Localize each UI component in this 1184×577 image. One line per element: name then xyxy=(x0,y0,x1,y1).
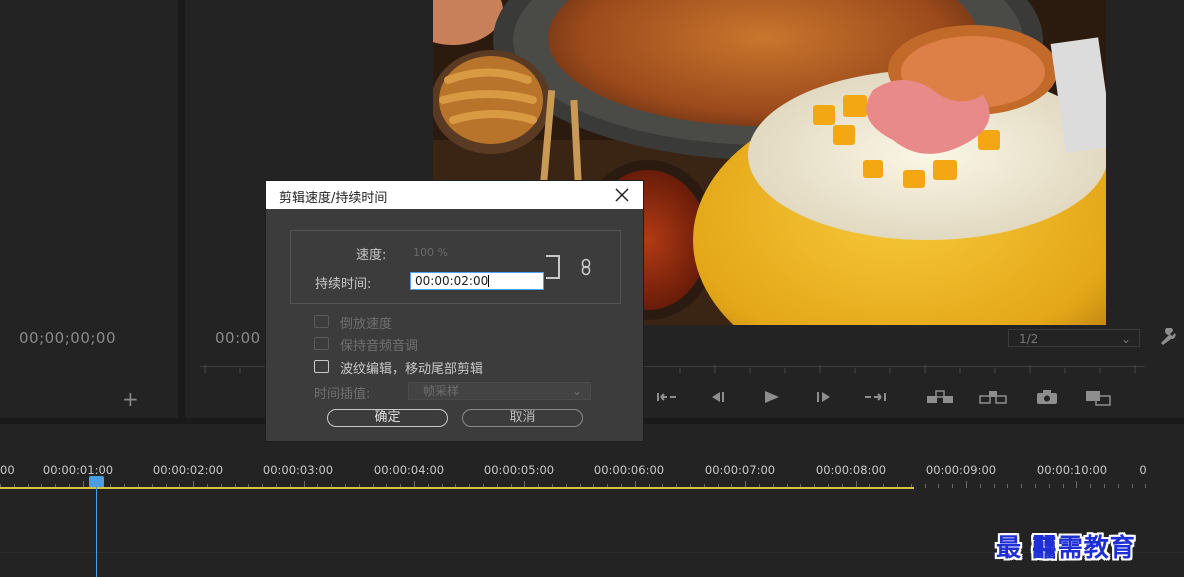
step-back-icon[interactable] xyxy=(655,390,679,404)
time-ruler-label: 00:00:01:00 xyxy=(42,463,114,477)
ruler-tick xyxy=(966,481,967,488)
lift-icon[interactable] xyxy=(926,390,954,404)
ruler-tick xyxy=(1132,484,1133,488)
program-timecode[interactable]: 00:00 xyxy=(215,329,261,347)
time-ruler-label: 00:00:09:00 xyxy=(925,463,997,477)
ok-button[interactable]: 确定 xyxy=(327,409,448,427)
time-ruler-label: 00:00:07:00 xyxy=(704,463,776,477)
time-ruler-label: 0 xyxy=(1139,463,1147,477)
text-caret xyxy=(488,275,490,287)
clip-speed-duration-dialog: 剪辑速度/持续时间 速度: 100 % 持续时间: 00:00:02:00 倒放… xyxy=(265,180,644,442)
duration-value: 00:00:02:00 xyxy=(415,274,489,288)
compare-icon[interactable] xyxy=(1085,390,1113,406)
reverse-speed-checkbox[interactable] xyxy=(314,315,329,328)
panel-divider-vertical[interactable] xyxy=(178,0,185,418)
ruler-tick xyxy=(1063,484,1064,488)
source-timecode[interactable]: 00;00;00;00 xyxy=(19,329,116,347)
ruler-tick xyxy=(1076,481,1077,488)
ruler-tick xyxy=(1035,484,1036,488)
duration-label: 持续时间: xyxy=(315,277,372,292)
playhead-line[interactable] xyxy=(96,481,97,577)
wrench-icon[interactable] xyxy=(1158,328,1178,346)
ripple-edit-label: 波纹编辑，移动尾部剪辑 xyxy=(340,362,484,377)
extract-icon[interactable] xyxy=(979,390,1007,404)
zoom-select[interactable]: 1/2 ⌄ xyxy=(1008,329,1140,347)
close-icon[interactable] xyxy=(611,184,633,206)
time-ruler-label: 00:00:10:00 xyxy=(1036,463,1108,477)
watermark-logo: 最 䨻需教育 xyxy=(996,533,1136,562)
link-bracket xyxy=(546,255,560,279)
rewind-icon[interactable] xyxy=(708,390,728,404)
ruler-tick xyxy=(1049,484,1050,488)
time-ruler-label: 00:00:02:00 xyxy=(152,463,224,477)
speed-duration-group xyxy=(290,230,621,304)
ruler-tick xyxy=(1145,484,1146,488)
time-interpolation-label: 时间插值: xyxy=(314,387,371,402)
keep-pitch-label: 保持音频音调 xyxy=(340,339,419,354)
ripple-edit-checkbox[interactable] xyxy=(314,360,329,373)
dialog-titlebar[interactable]: 剪辑速度/持续时间 xyxy=(266,181,643,209)
chain-link-icon[interactable] xyxy=(580,258,592,280)
dialog-title: 剪辑速度/持续时间 xyxy=(279,191,388,206)
time-ruler-label: 00:00:05:00 xyxy=(483,463,555,477)
duration-input[interactable]: 00:00:02:00 xyxy=(410,272,544,290)
ruler-tick xyxy=(1021,484,1022,488)
work-area-bar[interactable] xyxy=(0,487,914,489)
time-ruler-label: 00:00:03:00 xyxy=(262,463,334,477)
chevron-down-icon: ⌄ xyxy=(1120,332,1131,346)
step-forward-icon[interactable] xyxy=(864,390,888,404)
ruler-tick xyxy=(1007,484,1008,488)
fast-forward-icon[interactable] xyxy=(814,390,834,404)
plus-icon[interactable]: + xyxy=(122,387,139,411)
zoom-value: 1/2 xyxy=(1019,332,1039,346)
time-ruler-label: 00:00:04:00 xyxy=(373,463,445,477)
reverse-speed-label: 倒放速度 xyxy=(340,317,393,332)
source-monitor-panel: 00;00;00;00 + xyxy=(0,0,178,418)
ruler-tick xyxy=(938,484,939,488)
speed-value[interactable]: 100 % xyxy=(413,246,448,259)
ruler-tick xyxy=(1090,484,1091,488)
ruler-tick xyxy=(994,484,995,488)
time-ruler-label: 00:00:08:00 xyxy=(815,463,887,477)
ruler-tick xyxy=(952,484,953,488)
time-ruler-label: 00 xyxy=(0,463,15,477)
time-interpolation-select[interactable]: 帧采样 ⌄ xyxy=(408,382,591,400)
speed-label: 速度: xyxy=(356,248,387,263)
play-icon[interactable] xyxy=(762,390,782,404)
ruler-tick xyxy=(980,484,981,488)
time-interpolation-value: 帧采样 xyxy=(423,384,460,398)
camera-icon[interactable] xyxy=(1036,390,1058,404)
cancel-button[interactable]: 取消 xyxy=(462,409,583,427)
time-ruler-label: 00:00:06:00 xyxy=(593,463,665,477)
ruler-tick xyxy=(1118,484,1119,488)
chevron-down-icon: ⌄ xyxy=(571,384,582,398)
ruler-tick xyxy=(925,484,926,488)
playhead-handle[interactable] xyxy=(89,476,104,487)
keep-pitch-checkbox[interactable] xyxy=(314,337,329,350)
ruler-tick xyxy=(1104,484,1105,488)
